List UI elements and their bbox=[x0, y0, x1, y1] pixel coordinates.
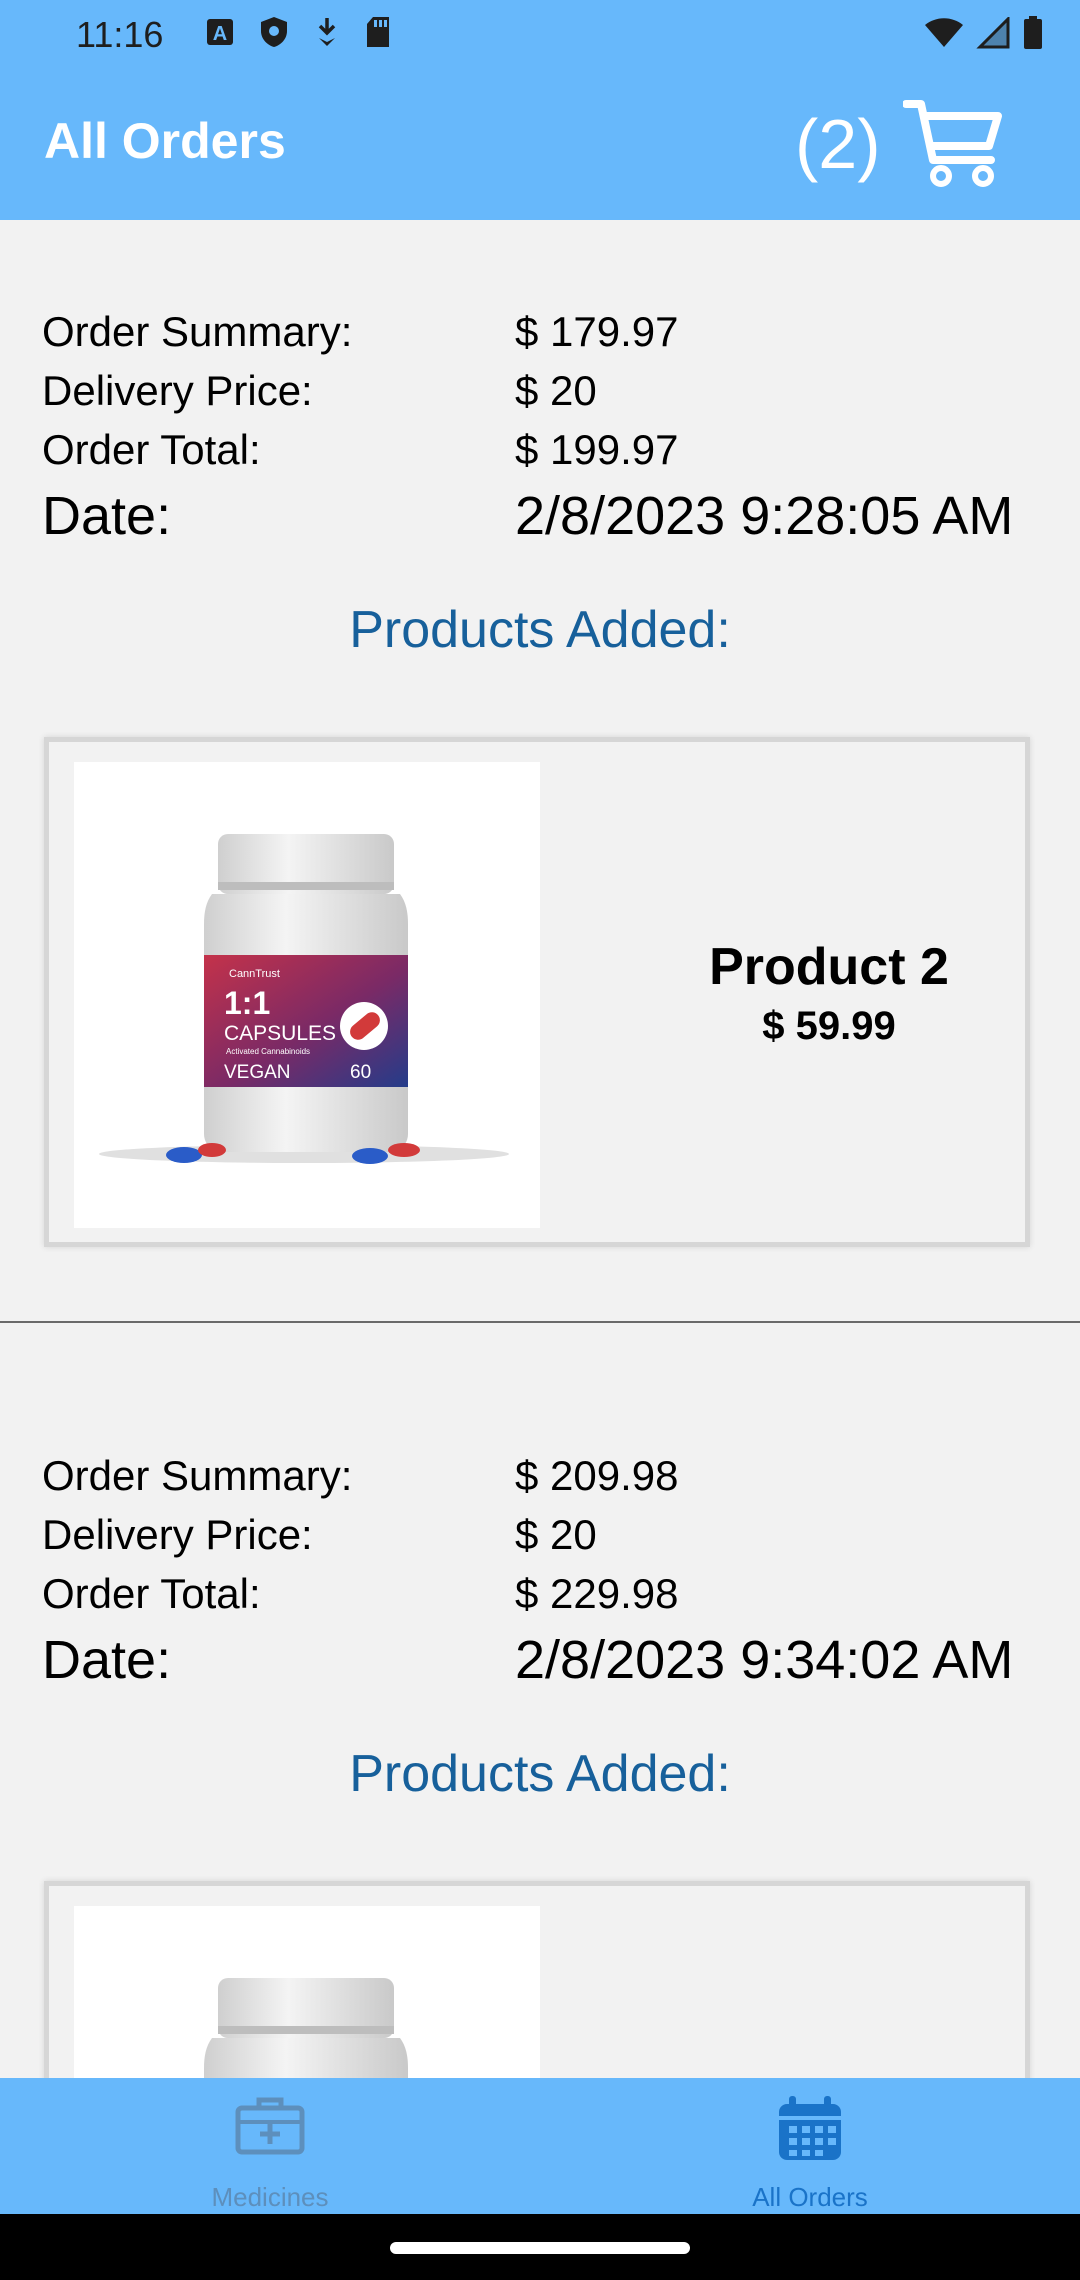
page-title: All Orders bbox=[44, 113, 286, 169]
nav-tab-medicines[interactable]: Medicines bbox=[0, 2078, 540, 2214]
cart-count-badge[interactable]: (2) bbox=[795, 104, 881, 184]
medical-kit-icon bbox=[235, 2097, 305, 2155]
label-diet: VEGAN bbox=[224, 1062, 291, 1083]
label-count: 60 bbox=[350, 1062, 371, 1083]
svg-text:A: A bbox=[213, 23, 227, 45]
order-total-label: Order Total: bbox=[42, 1570, 261, 1617]
status-time: 11:16 bbox=[76, 14, 164, 55]
capsule-bottle-image bbox=[204, 1978, 408, 2078]
products-added-heading: Products Added: bbox=[349, 1745, 731, 1803]
sd-card-icon bbox=[367, 17, 389, 47]
order-date-label: Date: bbox=[42, 1630, 172, 1690]
order-summary-value: $ 179.97 bbox=[515, 308, 679, 355]
order-total-value: $ 199.97 bbox=[515, 426, 679, 473]
status-bar: 11:16 A bbox=[0, 0, 1080, 72]
order-divider bbox=[0, 1321, 1080, 1323]
order-date-value: 2/8/2023 9:34:02 AM bbox=[515, 1630, 1014, 1690]
nav-label-all-orders: All Orders bbox=[752, 2182, 868, 2212]
shield-icon bbox=[261, 17, 287, 47]
home-gesture-handle[interactable] bbox=[390, 2242, 690, 2254]
label-brand: CannTrust bbox=[229, 968, 280, 980]
product-price: $ 59.99 bbox=[762, 1004, 896, 1048]
delivery-price-value: $ 20 bbox=[515, 1511, 597, 1558]
delivery-price-label: Delivery Price: bbox=[42, 1511, 313, 1558]
status-notification-icons: A bbox=[205, 16, 391, 48]
nav-label-medicines: Medicines bbox=[211, 2182, 329, 2212]
order-summary-value: $ 209.98 bbox=[515, 1452, 679, 1499]
product-image bbox=[74, 1906, 540, 2078]
status-system-icons bbox=[924, 16, 1044, 50]
delivery-price-value: $ 20 bbox=[515, 367, 597, 414]
wifi-icon bbox=[925, 18, 963, 47]
font-icon: A bbox=[207, 19, 233, 45]
battery-icon bbox=[1024, 16, 1042, 49]
gesture-navigation-bar bbox=[0, 2214, 1080, 2280]
product-image: CannTrust 1:1 CAPSULES Activated Cannabi… bbox=[74, 762, 540, 1228]
order-date-value: 2/8/2023 9:28:05 AM bbox=[515, 486, 1014, 546]
nav-tab-all-orders[interactable]: All Orders bbox=[540, 2078, 1080, 2214]
order-date-label: Date: bbox=[42, 486, 172, 546]
delivery-price-label: Delivery Price: bbox=[42, 367, 313, 414]
order-total-value: $ 229.98 bbox=[515, 1570, 679, 1617]
order-total-label: Order Total: bbox=[42, 426, 261, 473]
capsule-bottle-image: CannTrust 1:1 CAPSULES Activated Cannabi… bbox=[99, 834, 509, 1164]
label-type: CAPSULES bbox=[224, 1022, 336, 1045]
products-added-heading: Products Added: bbox=[349, 601, 731, 659]
order-summary-label: Order Summary: bbox=[42, 308, 353, 355]
orders-list[interactable]: Order Summary: $ 179.97 Delivery Price: … bbox=[0, 220, 1080, 2078]
label-ratio: 1:1 bbox=[224, 985, 270, 1021]
order-summary-label: Order Summary: bbox=[42, 1452, 353, 1499]
calendar-icon bbox=[779, 2096, 841, 2160]
signal-icon bbox=[976, 17, 1010, 49]
product-card[interactable]: CannTrust 1:1 CAPSULES Activated Cannabi… bbox=[44, 737, 1030, 1247]
product-card[interactable] bbox=[44, 1881, 1030, 2078]
label-sub: Activated Cannabinoids bbox=[226, 1047, 310, 1056]
app-bar: All Orders (2) bbox=[0, 72, 1080, 220]
product-name: Product 2 bbox=[709, 938, 949, 996]
shopping-cart-icon[interactable] bbox=[903, 98, 1003, 190]
bottom-navigation: Medicines All Orders bbox=[0, 2078, 1080, 2214]
download-icon bbox=[318, 18, 336, 46]
